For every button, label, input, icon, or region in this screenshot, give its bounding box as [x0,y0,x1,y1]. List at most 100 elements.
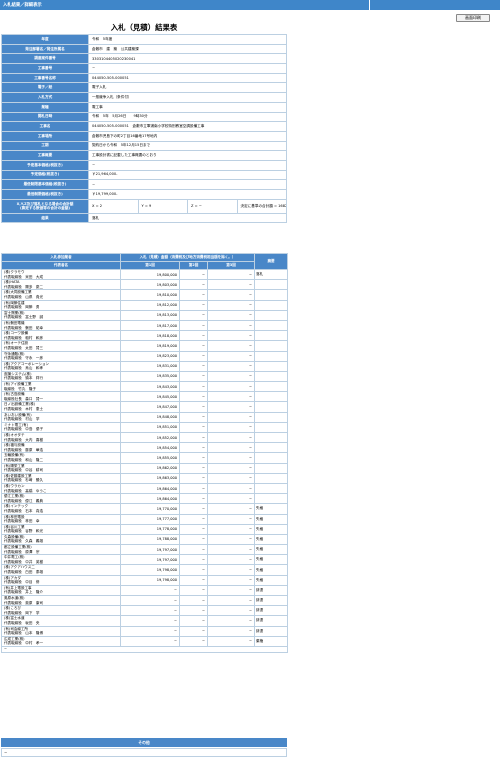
bidder-row: (株)HATA 代表取締役 陽多 慶二 19,803,000− − [1,279,289,291]
breadcrumb: 入札結果／詳細表示 [3,3,42,8]
bidder-row: (株)アカダ 代表取締役 中目 修 19,798,000− − 失格 [1,574,289,586]
bid-remark: 失格 [254,574,289,586]
bid-amount-round2: − [179,289,208,301]
other-section-value: − [1,748,287,757]
bid-remark [254,330,289,342]
summary-row: 工事概要 工事設計書に記載した工事概要のとおり [1,150,287,161]
bid-amount-round3: − [206,268,256,281]
bidder-representative: 代表取締役 林田 幸 [4,519,40,524]
bid-amount-round1: 19,797,000 [120,554,180,566]
bidder-row: (有)井上電設工事 代表取締役 井上 隆介 − − − 辞退 [1,584,289,597]
bid-remark [254,452,289,464]
print-button[interactable]: 画面印刷 [456,14,490,22]
bid-amount-round1: 19,843,000 [120,381,180,393]
bidder-name-cell: 中井電工(株) 代表取締役 中井 英樹 [1,554,121,566]
summary-label: 発注部署名／発注所属名 [1,43,89,55]
bid-amount-round2: − [179,431,208,444]
bidder-representative: 代表取締役 太田 賢三 [4,345,44,350]
bid-remark [254,391,289,403]
bidder-name-cell: (有)井上電設工事 代表取締役 井上 隆介 [1,584,121,597]
bidder-name-cell: (株)クラモウ 代表取締役 米田 大成 [1,268,121,281]
summary-row: 予定基本価格(税抜き) − [1,159,287,171]
bid-amount-round3: − [206,330,256,342]
bidder-row: (株)アクアコーポレーション 代表取締役 烏山 和孝 19,831,000− − [1,360,289,372]
summary-value: − [88,63,287,74]
bid-remark: 失格 [254,544,289,556]
bid-amount-round2: − [179,299,208,311]
bid-amount-round2: − [179,513,208,525]
bid-remark: 失格 [254,523,289,535]
bid-remark: 辞退 [254,625,289,637]
bid-amount-round1: 19,848,000 [120,411,180,423]
summary-label: 工事番号 [1,63,89,74]
bidder-name-cell: 皮膜システム(株) 代表取締役 鎮本 祥行 [1,370,121,383]
bid-amount-round3: − [206,493,256,505]
bidder-representative: 代表取締役 木村 恵士 [4,407,44,412]
bid-remark [254,442,289,454]
bidder-representative: 代表取締役 富士野 誠 [4,315,44,320]
bidder-row: 五輪設備(有) 代表取締役 和山 隆二 19,855,000− − [1,452,289,464]
summary-label: 年度 [1,34,89,45]
score-total: 決定に基準の合計額 = 16829 [236,198,287,214]
bidder-row: (有)陽栄工業 代表取締役 中谷 耕司 19,862,000− − [1,462,289,474]
bid-amount-round1: 19,854,000 [120,442,180,454]
bidder-representative: 取締役 竹丸 隆子 [4,386,36,391]
bidder-name-cell: (株)大同設備工業 代表取締役 山県 貴光 [1,289,121,301]
bidder-name-cell: (株)コーワ設備 代表取締役 稲村 和彦 [1,330,121,342]
summary-value: 倉敷市児島下の町2丁目16番地17号地内 [88,130,287,142]
bidder-name-cell: (株)HATA 代表取締役 陽多 慶二 [1,279,121,291]
bid-amount-round3: − [206,289,256,301]
summary-value: 契約日から令和 5年12月15日まで [88,140,287,152]
bid-amount-round3: − [206,615,256,627]
bid-remark: 失格 [254,503,289,515]
bidder-name-cell: (株)福与設備 代表取締役 藤原 華浩 [1,442,121,454]
bid-amount-round2: − [179,544,208,556]
bid-amount-round3: − [206,391,256,403]
score-label: X,Y,Z及び落札となる場合の合計額 (算定する数値等の合計の金額) [1,198,89,214]
bidder-representative: 代表取締役 岡下 学 [4,610,40,615]
result-row: 結果 落札 [1,212,287,224]
bid-remark: 辞退 [254,594,289,607]
bid-remark [254,299,289,311]
bidder-name-cell: (株)アカダ 代表取締役 中目 修 [1,574,121,586]
bid-amount-round2: − [179,268,208,281]
bid-amount-round2: − [179,442,208,454]
bidder-name-cell: (有)オーテ住設 代表取締役 太田 賢三 [1,340,121,352]
bid-amount-round1: 19,818,000 [120,330,180,342]
bid-amount-round3: − [206,503,256,515]
page-title: 入札（見積）結果表 [110,23,178,32]
bid-amount-round1: 19,813,000 [120,309,180,321]
summary-value: − [88,159,287,171]
bidder-name-cell: (株)佐藤建設工業 代表取締役 杉﨑 勝久 [1,472,121,484]
bid-remark: 辞退 [254,584,289,597]
bid-amount-round2: − [179,635,208,647]
summary-value: 倉敷市 建 築 公共建築課 [88,43,287,55]
bidder-name-cell: 都立設備工業(株) 代表取締役 原澤 宗 [1,544,121,556]
bidder-representative: 代表取締役 藤原 華浩 [4,447,44,452]
bid-amount-round3: − [206,574,256,586]
bid-remark: 失格 [254,564,289,576]
bid-amount-round3: − [206,360,256,372]
bid-amount-round2: − [179,319,208,332]
bidder-row: (株)谷川工業 代表取締役 谷野 和光 19,778,000− − 失格 [1,523,289,535]
bidder-representative: 代表取締役 磐田 祐幸 [4,325,44,330]
bid-amount-round3: − [206,605,256,617]
summary-row: 工事番号 − [1,63,287,74]
bid-amount-round3: − [206,452,256,464]
bid-amount-round2: − [179,391,208,403]
summary-row: 業種 電工事 [1,101,287,113]
bid-remark: 辞退 [254,605,289,617]
bid-table: 入札参加業者 入札（見積）金額（消費税及び地方消費税相当額を除く。） 摘要 代表… [0,253,289,653]
summary-label: 予定基本価格(税抜き) [1,159,89,171]
bidder-representative: 代表取締役 原澤 宗 [4,549,40,554]
bidder-name-cell: あいおい設備(有) 代表取締役 村山 学 [1,411,121,423]
bidder-representative: 代表取締役 坂田 央 [4,620,40,625]
summary-row: 開札日時 令和 5年 5月26日 9時30分 [1,111,287,123]
bidder-row: 日ノ出設備工業(株) 代表取締役 木村 恵士 19,847,000− − [1,401,289,413]
bid-amount-round3: − [206,319,256,332]
bidder-name-cell: 広成工業(株) 代表取締役 中村 孝一 [1,635,121,647]
bid-amount-round1: 19,798,000 [120,564,180,576]
bidder-representative: 代表取締役 山県 貴光 [4,294,44,299]
bidder-row: 広成工業(株) 代表取締役 中村 孝一 − − − 棄権 [1,635,289,647]
summary-value: 3303104405020230041 [88,53,287,65]
